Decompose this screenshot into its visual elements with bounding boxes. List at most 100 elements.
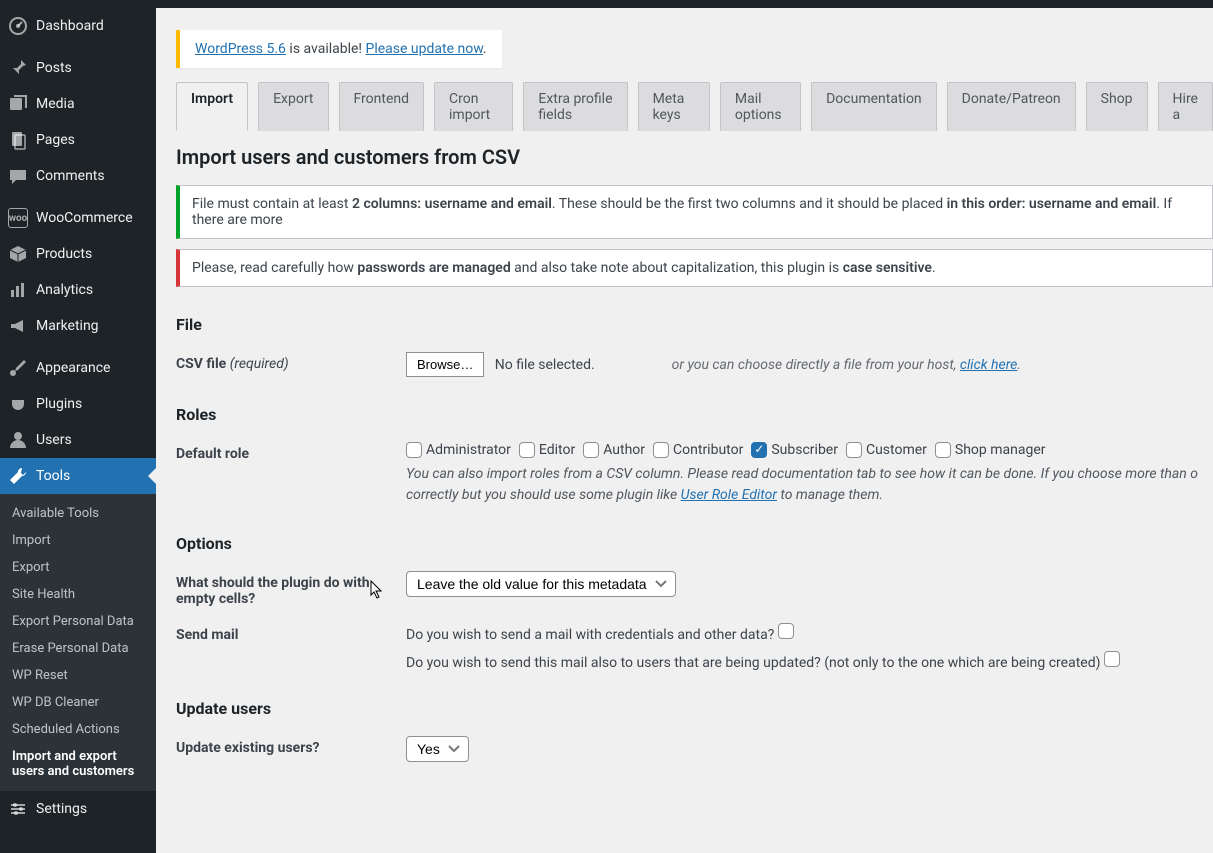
sidebar-subitem-import-export-users[interactable]: Import and export users and customers — [0, 743, 156, 785]
send-mail-q1-text: Do you wish to send a mail with credenti… — [406, 627, 774, 643]
role-checkbox-subscriber[interactable] — [751, 442, 767, 458]
gear-icon — [8, 799, 28, 819]
update-nag-version-link[interactable]: WordPress 5.6 — [195, 41, 286, 57]
role-label: Subscriber — [771, 442, 838, 458]
megaphone-icon — [8, 316, 28, 336]
sidebar-item-label: Marketing — [36, 318, 99, 334]
role-help-text: You can also import roles from a CSV col… — [406, 464, 1213, 506]
role-checkbox-editor[interactable] — [519, 442, 535, 458]
box-icon — [8, 244, 28, 264]
sidebar-subitem-export[interactable]: Export — [0, 554, 156, 581]
tab-donate[interactable]: Donate/Patreon — [947, 82, 1076, 131]
sidebar-item-label: Products — [36, 246, 92, 262]
tab-frontend[interactable]: Frontend — [339, 82, 425, 131]
sidebar-item-label: Users — [36, 432, 72, 448]
sidebar-item-settings[interactable]: Settings — [0, 791, 156, 827]
sidebar-item-marketing[interactable]: Marketing — [0, 308, 156, 344]
role-checkbox-author[interactable] — [583, 442, 599, 458]
role-checkbox-contributor[interactable] — [653, 442, 669, 458]
update-nag: WordPress 5.6 is available! Please updat… — [176, 30, 502, 68]
user-role-editor-link[interactable]: User Role Editor — [681, 487, 777, 503]
sidebar-item-label: Posts — [36, 60, 72, 76]
main-content: WordPress 5.6 is available! Please updat… — [156, 8, 1213, 853]
media-icon — [8, 94, 28, 114]
role-option-contributor[interactable]: Contributor — [653, 442, 743, 458]
wrench-icon — [8, 466, 28, 486]
empty-cells-select[interactable]: Leave the old value for this metadata — [406, 571, 676, 597]
role-option-editor[interactable]: Editor — [519, 442, 575, 458]
tab-export[interactable]: Export — [258, 82, 328, 131]
sidebar-item-label: Appearance — [36, 360, 110, 376]
default-role-label: Default role — [176, 442, 386, 462]
role-label: Administrator — [426, 442, 511, 458]
tab-shop[interactable]: Shop — [1086, 82, 1148, 131]
sidebar-subitem-erase-personal-data[interactable]: Erase Personal Data — [0, 635, 156, 662]
tab-extra-profile-fields[interactable]: Extra profile fields — [523, 82, 627, 131]
sidebar-subitem-available-tools[interactable]: Available Tools — [0, 500, 156, 527]
sidebar-subitem-wp-reset[interactable]: WP Reset — [0, 662, 156, 689]
sidebar-item-pages[interactable]: Pages — [0, 122, 156, 158]
sidebar-item-analytics[interactable]: Analytics — [0, 272, 156, 308]
sidebar-subitem-export-personal-data[interactable]: Export Personal Data — [0, 608, 156, 635]
sidebar-item-label: Settings — [36, 801, 87, 817]
brush-icon — [8, 358, 28, 378]
sidebar-subitem-import[interactable]: Import — [0, 527, 156, 554]
sidebar-item-label: WooCommerce — [36, 210, 133, 226]
role-label: Editor — [539, 442, 575, 458]
update-nag-mid: is available! — [286, 41, 366, 57]
role-label: Contributor — [673, 442, 743, 458]
sidebar-item-appearance[interactable]: Appearance — [0, 350, 156, 386]
pages-icon — [8, 130, 28, 150]
sidebar-item-comments[interactable]: Comments — [0, 158, 156, 194]
options-heading: Options — [176, 534, 1213, 553]
sidebar-item-dashboard[interactable]: Dashboard — [0, 8, 156, 44]
pin-icon — [8, 58, 28, 78]
click-here-link[interactable]: click here — [960, 357, 1018, 373]
role-label: Author — [603, 442, 645, 458]
sidebar-submenu-tools: Available Tools Import Export Site Healt… — [0, 494, 156, 791]
csv-file-label: CSV file (required) — [176, 352, 386, 372]
tab-import[interactable]: Import — [176, 82, 248, 131]
sidebar-subitem-scheduled-actions[interactable]: Scheduled Actions — [0, 716, 156, 743]
role-checkbox-administrator[interactable] — [406, 442, 422, 458]
sidebar-item-products[interactable]: Products — [0, 236, 156, 272]
browse-button[interactable]: Browse… — [406, 352, 484, 377]
sidebar-item-media[interactable]: Media — [0, 86, 156, 122]
send-mail-q1-checkbox[interactable] — [778, 623, 794, 639]
send-mail-q2-checkbox[interactable] — [1104, 651, 1120, 667]
user-icon — [8, 430, 28, 450]
role-option-customer[interactable]: Customer — [846, 442, 927, 458]
sidebar-item-plugins[interactable]: Plugins — [0, 386, 156, 422]
comment-icon — [8, 166, 28, 186]
role-checkbox-shop-manager[interactable] — [935, 442, 951, 458]
tab-documentation[interactable]: Documentation — [811, 82, 937, 131]
sidebar-item-tools[interactable]: Tools — [0, 458, 156, 494]
file-heading: File — [176, 315, 1213, 334]
gauge-icon — [8, 16, 28, 36]
sidebar-item-posts[interactable]: Posts — [0, 50, 156, 86]
sidebar-item-woocommerce[interactable]: woo WooCommerce — [0, 200, 156, 236]
send-mail-q2-text: Do you wish to send this mail also to us… — [406, 655, 1100, 671]
tab-hire[interactable]: Hire a — [1158, 82, 1213, 131]
update-nag-update-link[interactable]: Please update now — [366, 41, 483, 57]
tab-meta-keys[interactable]: Meta keys — [638, 82, 710, 131]
sidebar-subitem-wp-db-cleaner[interactable]: WP DB Cleaner — [0, 689, 156, 716]
role-checkbox-customer[interactable] — [846, 442, 862, 458]
sidebar-item-label: Analytics — [36, 282, 93, 298]
role-option-author[interactable]: Author — [583, 442, 645, 458]
role-option-shop-manager[interactable]: Shop manager — [935, 442, 1046, 458]
update-existing-label: Update existing users? — [176, 736, 386, 756]
update-existing-select[interactable]: Yes — [406, 736, 469, 762]
role-option-administrator[interactable]: Administrator — [406, 442, 511, 458]
roles-heading: Roles — [176, 405, 1213, 424]
tab-cron-import[interactable]: Cron import — [434, 82, 513, 131]
role-option-subscriber[interactable]: Subscriber — [751, 442, 838, 458]
sidebar-item-users[interactable]: Users — [0, 422, 156, 458]
no-file-selected-text: No file selected. — [495, 357, 595, 373]
sidebar-subitem-site-health[interactable]: Site Health — [0, 581, 156, 608]
chart-icon — [8, 280, 28, 300]
send-mail-label: Send mail — [176, 623, 386, 643]
tab-mail-options[interactable]: Mail options — [720, 82, 801, 131]
sidebar-item-label: Plugins — [36, 396, 82, 412]
role-label: Shop manager — [955, 442, 1046, 458]
